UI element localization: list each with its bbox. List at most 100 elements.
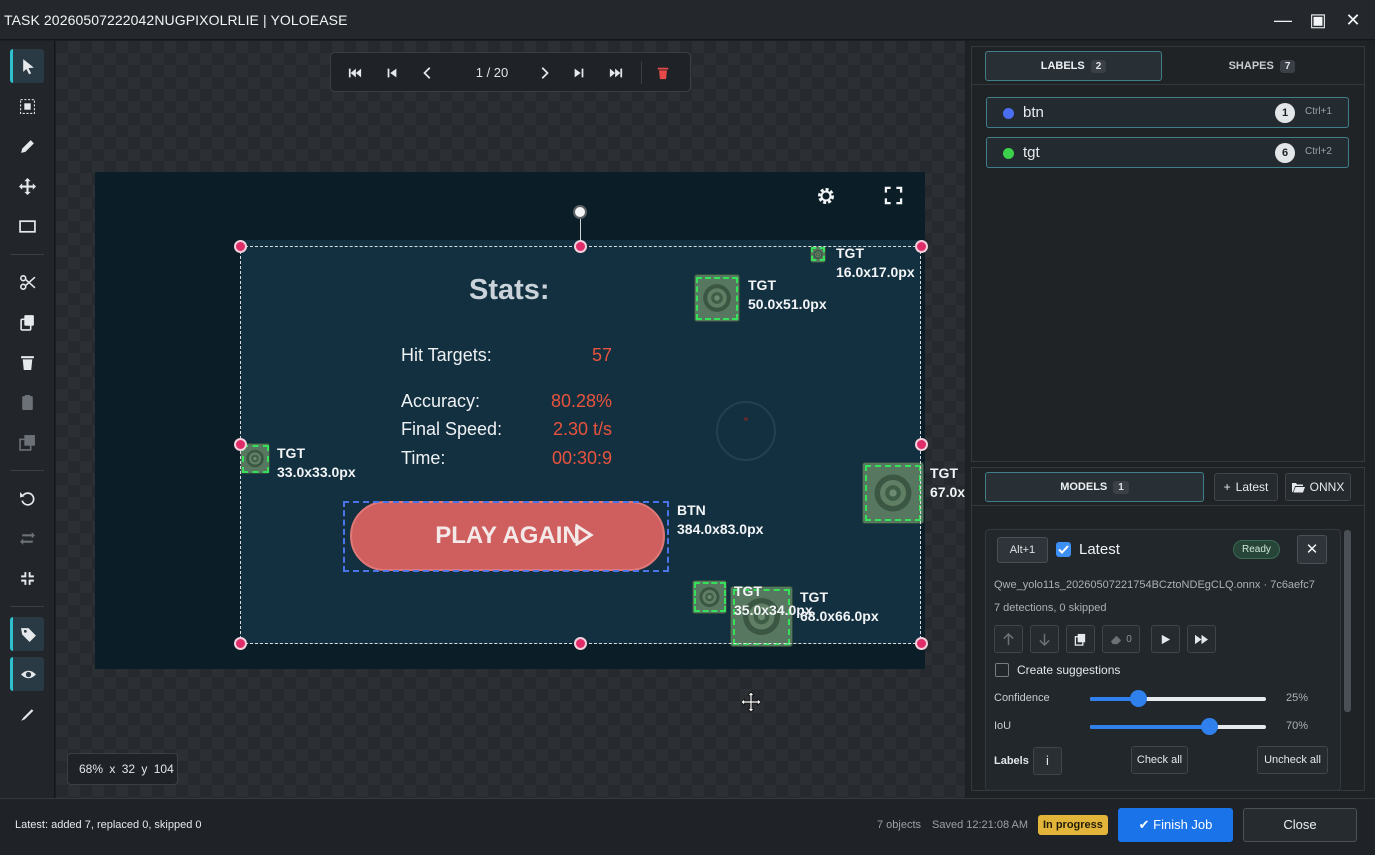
rectangle-tool[interactable] <box>10 209 44 243</box>
previous-keyframe-button[interactable] <box>381 62 403 84</box>
pencil-tool[interactable] <box>10 129 44 163</box>
box-label-tgt: TGT 67.0x <box>930 465 966 500</box>
previous-image-button[interactable] <box>417 62 439 84</box>
move-down-button[interactable] <box>1030 625 1059 653</box>
resize-handle-top-left[interactable] <box>234 240 247 253</box>
label-item-btn[interactable]: btn 1 Ctrl+1 <box>986 97 1349 128</box>
next-keyframe-button[interactable] <box>568 62 590 84</box>
paste-tool[interactable] <box>10 385 44 419</box>
eraser-icon <box>1111 635 1122 644</box>
confidence-slider-thumb[interactable] <box>1129 690 1147 707</box>
model-shortcut[interactable]: Alt+1 <box>997 537 1048 563</box>
resize-handle-top-right[interactable] <box>915 240 928 253</box>
delete-image-button[interactable] <box>652 62 674 84</box>
undo-button[interactable] <box>10 481 44 515</box>
rectangle-icon <box>18 219 36 233</box>
erase-suggestions-button[interactable]: 0 <box>1102 625 1140 653</box>
resize-handle-bottom[interactable] <box>574 637 587 650</box>
collapse-icon <box>20 571 34 585</box>
iou-slider-thumb[interactable] <box>1201 718 1219 735</box>
toggle-visibility-button[interactable] <box>10 657 44 691</box>
create-suggestions-label: Create suggestions <box>1017 663 1121 677</box>
select-tool[interactable] <box>10 49 44 83</box>
labels-filter-label: Labels <box>994 755 1029 767</box>
window-title: TASK 20260507222042NUGPIXOLRLIE | YOLOEA… <box>4 12 348 28</box>
box-select-icon <box>19 98 35 114</box>
confidence-slider[interactable] <box>1090 690 1266 707</box>
move-arrows-icon <box>18 177 36 195</box>
redo-icon <box>19 531 35 545</box>
check-all-button[interactable]: Check all <box>1131 746 1188 774</box>
play-icon <box>1161 634 1171 644</box>
label-item-tgt[interactable]: tgt 6 Ctrl+2 <box>986 137 1349 168</box>
create-suggestions-checkbox[interactable] <box>995 663 1009 677</box>
model-status-badge: Ready <box>1233 540 1280 559</box>
uncheck-all-button[interactable]: Uncheck all <box>1257 746 1328 774</box>
object-count: 7 objects <box>877 819 922 831</box>
skip-first-icon <box>348 68 362 78</box>
resize-handle-right[interactable] <box>915 438 928 451</box>
first-image-button[interactable] <box>344 62 366 84</box>
label-color-dot <box>1003 108 1014 119</box>
resize-handle-left[interactable] <box>234 438 247 451</box>
load-onnx-button[interactable]: ONNX <box>1285 473 1351 501</box>
maximize-button[interactable]: ▣ <box>1305 8 1331 32</box>
info-button[interactable]: i <box>1033 747 1062 775</box>
title-bar: TASK 20260507222042NUGPIXOLRLIE | YOLOEA… <box>0 0 1375 40</box>
tab-shapes[interactable]: SHAPES 7 <box>1172 51 1352 81</box>
move-up-button[interactable] <box>994 625 1023 653</box>
next-image-button[interactable] <box>533 62 555 84</box>
run-model-button[interactable] <box>1151 625 1180 653</box>
step-back-icon <box>387 68 397 78</box>
tab-models[interactable]: MODELS 1 <box>985 472 1204 502</box>
duplicate-icon <box>18 434 35 451</box>
move-cursor-icon <box>740 691 762 713</box>
confidence-value: 25% <box>1286 692 1309 704</box>
left-toolbar <box>0 41 55 798</box>
move-tool[interactable] <box>10 169 44 203</box>
collapse-tool[interactable] <box>10 561 44 595</box>
copy-model-button[interactable] <box>1066 625 1095 653</box>
status-message: Latest: added 7, replaced 0, skipped 0 <box>15 819 202 831</box>
iou-slider[interactable] <box>1090 718 1266 735</box>
folder-open-icon <box>1291 482 1305 492</box>
step-forward-icon <box>574 68 584 78</box>
delete-tool[interactable] <box>10 345 44 379</box>
run-all-button[interactable] <box>1187 625 1216 653</box>
scissors-icon <box>19 274 35 290</box>
tab-labels[interactable]: LABELS 2 <box>985 51 1162 81</box>
image-navigation-bar: 1 / 20 <box>330 52 691 92</box>
label-color-dot <box>1003 148 1014 159</box>
toggle-labels-button[interactable] <box>10 617 44 651</box>
selection-box[interactable] <box>240 246 921 644</box>
copy-tool[interactable] <box>10 305 44 339</box>
box-select-tool[interactable] <box>10 89 44 123</box>
arrow-down-icon <box>1039 633 1050 646</box>
resize-handle-bottom-right[interactable] <box>915 637 928 650</box>
pencil-icon <box>20 139 34 153</box>
redo-button[interactable] <box>10 521 44 555</box>
model-name: Latest <box>1079 541 1120 558</box>
minimize-button[interactable]: — <box>1270 8 1296 32</box>
close-button[interactable]: Close <box>1243 808 1357 842</box>
models-scrollbar[interactable] <box>1344 530 1351 712</box>
duplicate-tool[interactable] <box>10 425 44 459</box>
copy-icon <box>19 314 34 331</box>
trash-icon <box>657 67 669 80</box>
last-image-button[interactable] <box>605 62 627 84</box>
resize-handle-top[interactable] <box>574 240 587 253</box>
labels-panel: LABELS 2 SHAPES 7 btn 1 Ctrl+1 tgt 6 Ctrl+… <box>971 46 1365 462</box>
rotation-handle[interactable] <box>573 205 587 219</box>
brush-icon <box>20 708 33 721</box>
job-status-badge: In progress <box>1038 815 1108 835</box>
finish-job-button[interactable]: ✔ Finish Job <box>1118 808 1233 842</box>
remove-model-button[interactable]: ✕ <box>1297 535 1327 564</box>
brush-tool[interactable] <box>10 697 44 731</box>
check-icon: ✔ <box>1138 817 1150 832</box>
resize-handle-bottom-left[interactable] <box>234 637 247 650</box>
window-close-button[interactable]: ✕ <box>1340 8 1366 32</box>
model-enabled-checkbox[interactable] <box>1056 542 1071 557</box>
scissors-tool[interactable] <box>10 265 44 299</box>
add-latest-model-button[interactable]: + Latest <box>1214 473 1278 501</box>
model-file-info: Qwe_yolo11s_20260507221754BCztoNDEgCLQ.o… <box>994 579 1315 591</box>
